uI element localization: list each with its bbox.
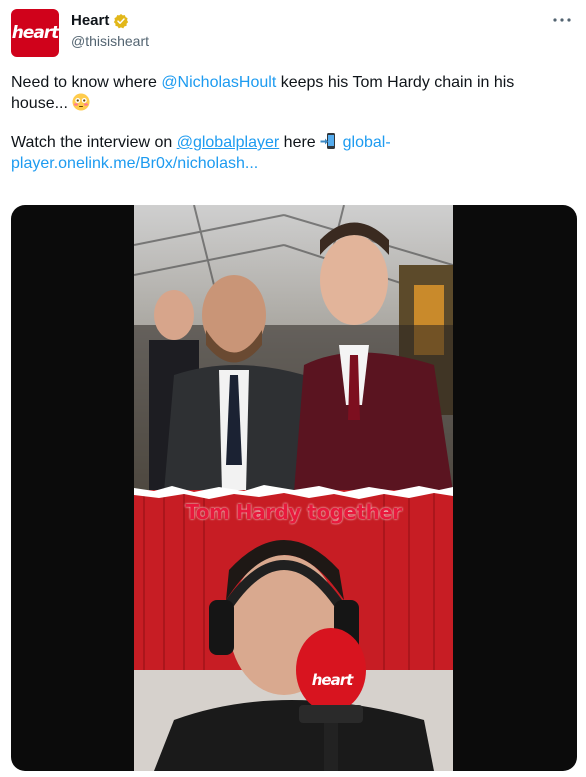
- author-name-row: Heart: [71, 12, 129, 29]
- tweet-text-line1: Need to know where @NicholasHoult keeps …: [11, 72, 571, 114]
- video-frame: Tom Hardy together heart: [134, 205, 453, 771]
- avatar[interactable]: heart: [11, 9, 59, 57]
- media-video[interactable]: Tom Hardy together heart: [11, 205, 577, 771]
- flushed-face-emoji-icon: [72, 93, 90, 111]
- author-handle[interactable]: @thisisheart: [71, 33, 149, 49]
- mobile-phone-arrow-icon: [320, 133, 336, 149]
- verified-badge-icon: [114, 13, 129, 28]
- tweet-text: Watch the interview on: [11, 134, 177, 151]
- more-options-icon[interactable]: [550, 10, 574, 30]
- avatar-logo-text: heart: [11, 23, 60, 43]
- red-carpet-photo: [134, 205, 453, 492]
- tweet-text: here: [279, 134, 321, 151]
- mention-link[interactable]: @globalplayer: [177, 134, 280, 151]
- tweet-text-line2: Watch the interview on @globalplayer her…: [11, 132, 571, 174]
- tweet-card: heart Heart @thisisheart Need to know wh…: [0, 0, 586, 777]
- mention-link[interactable]: @NicholasHoult: [161, 74, 276, 91]
- video-caption: Tom Hardy together: [185, 500, 402, 524]
- mic-logo-text: heart: [311, 671, 354, 689]
- radio-studio-photo: [134, 490, 453, 771]
- torn-paper-divider: [134, 485, 453, 499]
- display-name[interactable]: Heart: [71, 12, 109, 29]
- tweet-text: Need to know where: [11, 74, 162, 91]
